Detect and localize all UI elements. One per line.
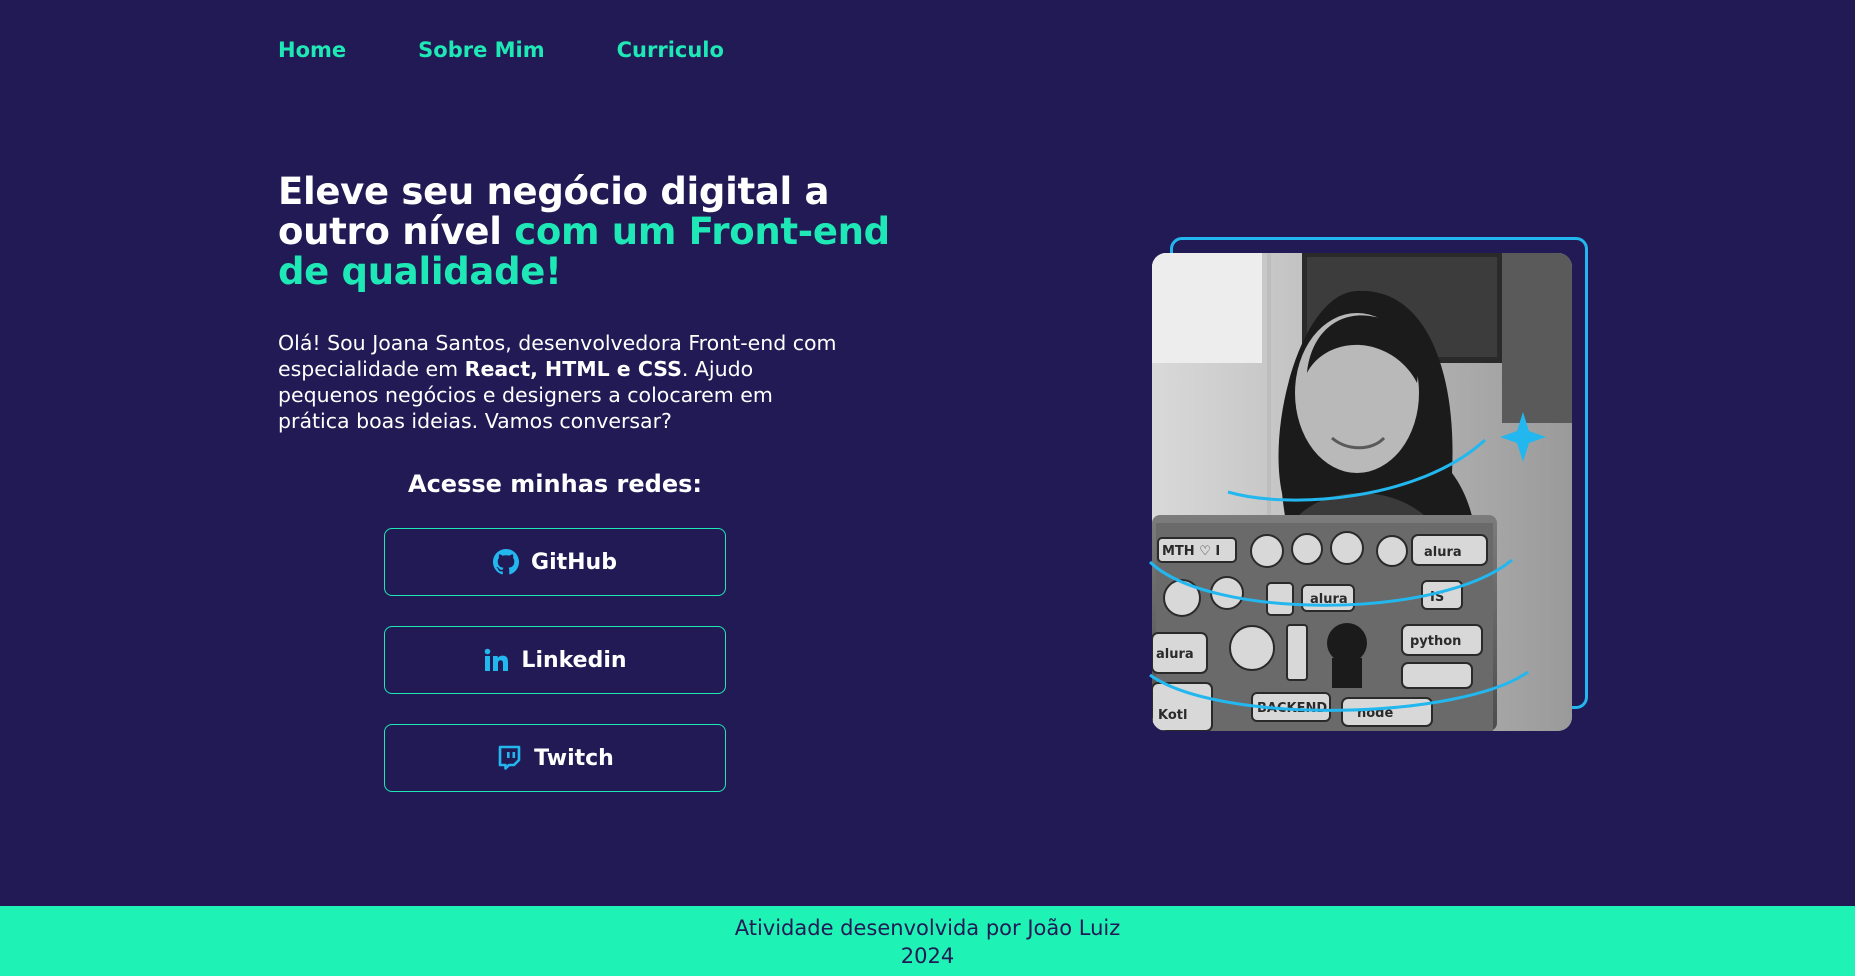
main-navigation: Home Sobre Mim Curriculo <box>278 32 724 68</box>
nav-link-curriculo[interactable]: Curriculo <box>617 32 724 68</box>
intro-skills-bold: React, HTML e CSS <box>464 357 682 381</box>
nav-link-sobre-mim[interactable]: Sobre Mim <box>418 32 544 68</box>
hero-portrait-image: MTH ♡ I alura alura IS python alura BACK… <box>1152 253 1572 731</box>
sticker-alura-1: alura <box>1424 545 1462 560</box>
github-button-label: GitHub <box>531 549 617 575</box>
hero-intro-paragraph: Olá! Sou Joana Santos, desenvolvedora Fr… <box>278 330 848 434</box>
twitch-button-label: Twitch <box>534 745 614 771</box>
twitch-icon <box>496 745 522 771</box>
sticker-mth: MTH ♡ I <box>1162 544 1220 559</box>
github-icon <box>493 549 520 575</box>
sticker-backend: BACKEND <box>1257 701 1327 716</box>
twitch-button[interactable]: Twitch <box>384 724 726 792</box>
linkedin-button-label: Linkedin <box>521 647 627 673</box>
footer-credit: Atividade desenvolvida por João Luiz <box>734 916 1121 940</box>
sticker-is: IS <box>1430 590 1444 605</box>
sticker-alura-3: alura <box>1156 647 1194 662</box>
sticker-alura-2: alura <box>1310 592 1348 607</box>
sticker-node: node <box>1357 706 1393 721</box>
footer-year: 2024 <box>900 944 955 968</box>
github-button[interactable]: GitHub <box>384 528 726 596</box>
sticker-python: python <box>1410 634 1461 649</box>
page-footer: Atividade desenvolvida por João Luiz 202… <box>0 906 1855 976</box>
sticker-kotlin: Kotl <box>1158 708 1187 723</box>
nav-link-home[interactable]: Home <box>278 32 346 68</box>
hero-headline: Eleve seu negócio digital a outro nível … <box>278 172 898 292</box>
linkedin-icon <box>483 647 509 673</box>
social-networks-title: Acesse minhas redes: <box>408 470 702 498</box>
linkedin-button[interactable]: Linkedin <box>384 626 726 694</box>
